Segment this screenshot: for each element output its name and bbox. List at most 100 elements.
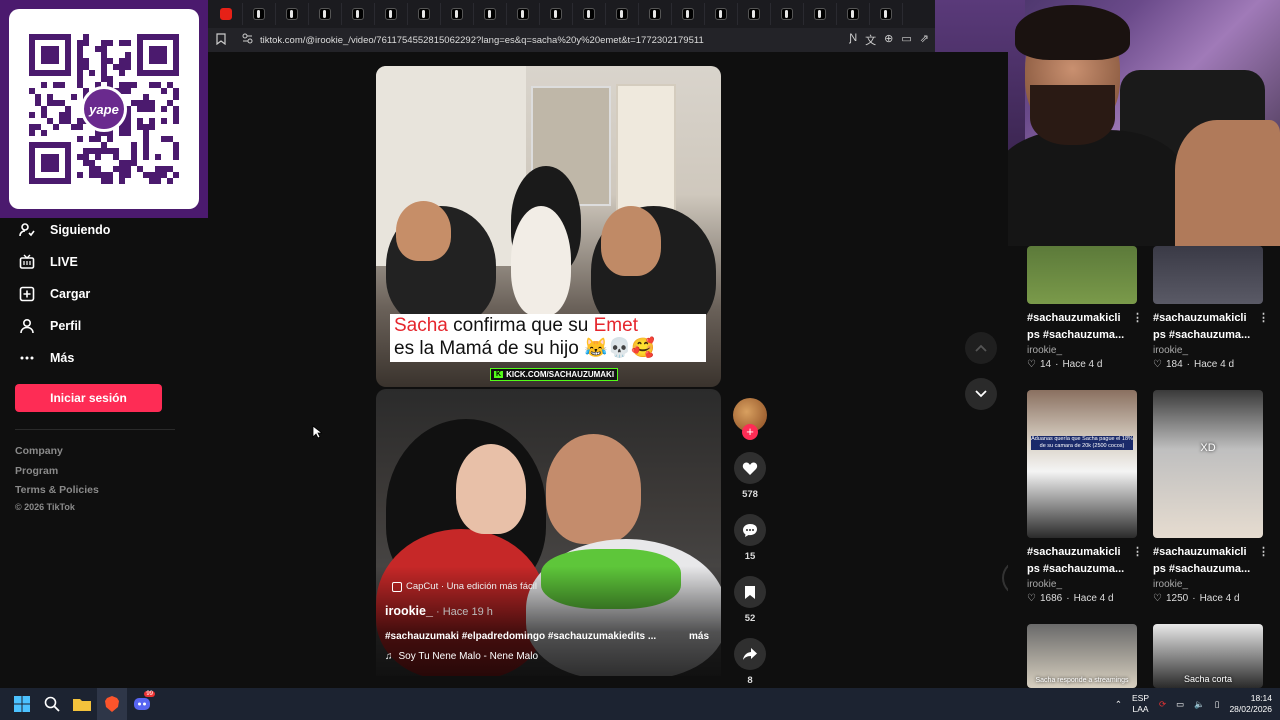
comment-action[interactable]: 15 <box>731 514 769 562</box>
kebab-menu-icon[interactable]: ⋮ <box>1132 544 1143 561</box>
heart-icon[interactable] <box>734 452 766 484</box>
browser-tab-tiktok[interactable] <box>441 3 474 25</box>
browser-tab-tiktok[interactable] <box>639 3 672 25</box>
browser-tab-tiktok[interactable] <box>705 3 738 25</box>
webcam-person-hair <box>1015 5 1130 60</box>
system-tray: ⌃ ESP LAA ⟳ ▭ 🔈 ▯ 18:14 28/02/2026 <box>1115 688 1272 720</box>
music-info[interactable]: ♫ Soy Tu Nene Malo - Nene Malo <box>385 651 538 662</box>
related-video-card[interactable]: Sacha responde a streamings <box>1027 624 1139 688</box>
sidebar-item-live[interactable]: LIVE <box>18 253 78 271</box>
footer-link-program[interactable]: Program <box>15 465 58 477</box>
browser-tab-tiktok[interactable] <box>276 3 309 25</box>
sync-icon[interactable]: ⟳ <box>1159 699 1166 710</box>
url-input[interactable]: tiktok.com/@irookie_/video/7611754552815… <box>260 35 849 46</box>
discord-icon[interactable]: 99 <box>127 688 157 720</box>
browser-tab-tiktok[interactable] <box>309 3 342 25</box>
video-player-current[interactable]: CapCut · Una edición más fácil irookie_ … <box>376 389 721 676</box>
browser-tab-tiktok[interactable] <box>738 3 771 25</box>
browser-tab-tiktok[interactable] <box>540 3 573 25</box>
clock[interactable]: 18:14 28/02/2026 <box>1229 693 1272 715</box>
footer-link-terms[interactable]: Terms & Policies <box>15 484 99 496</box>
kebab-menu-icon[interactable]: ⋮ <box>1132 310 1143 327</box>
bookmark-icon[interactable] <box>208 32 234 48</box>
browser-tab-tiktok[interactable] <box>606 3 639 25</box>
follow-plus-icon[interactable]: + <box>742 424 758 440</box>
browser-tab-tiktok[interactable] <box>804 3 837 25</box>
yape-logo: yape <box>81 86 127 132</box>
related-thumbnail[interactable] <box>1153 246 1263 304</box>
browser-tab-tiktok[interactable] <box>837 3 870 25</box>
related-video-card[interactable]: Aduanas quería que Sacha pague el 18% de… <box>1027 390 1143 604</box>
tiktok-favicon-icon <box>253 8 265 20</box>
video-player-previous[interactable]: Sacha confirma que su Emet es la Mamá de… <box>376 66 721 387</box>
browser-tab-tiktok[interactable] <box>771 3 804 25</box>
related-thumbnail[interactable]: Sacha corta <box>1153 624 1263 688</box>
bookmark-save-icon[interactable] <box>734 576 766 608</box>
capcut-icon <box>392 581 402 592</box>
comment-icon[interactable] <box>734 514 766 546</box>
browser-tab-tiktok[interactable] <box>342 3 375 25</box>
kebab-menu-icon[interactable]: ⋮ <box>1258 310 1269 327</box>
kebab-menu-icon[interactable]: ⋮ <box>1258 544 1269 561</box>
previous-video-button[interactable] <box>965 332 997 364</box>
media-icon[interactable]: ▭ <box>901 32 911 48</box>
related-title: #sachauzumakicli ps #sachauzuma... ⋮ <box>1027 546 1143 575</box>
browser-tab-tiktok[interactable] <box>672 3 705 25</box>
save-action[interactable]: 52 <box>731 576 769 624</box>
sidebar-item-siguiendo[interactable]: Siguiendo <box>18 221 110 239</box>
related-video-card[interactable]: XD #sachauzumakicli ps #sachauzuma... ⋮ ir… <box>1153 390 1269 604</box>
login-button[interactable]: Iniciar sesión <box>15 384 162 412</box>
browser-tab-tiktok[interactable] <box>243 3 276 25</box>
more-link[interactable]: más <box>689 631 709 642</box>
chevron-up-tray-icon[interactable]: ⌃ <box>1115 699 1122 710</box>
search-icon[interactable] <box>37 688 67 720</box>
browser-tab-youtube[interactable] <box>210 3 243 25</box>
upload-icon <box>18 285 36 303</box>
action-bar: + 578 15 52 8 <box>731 398 769 686</box>
translate-icon[interactable]: 文 <box>865 32 876 48</box>
like-action[interactable]: 578 <box>731 452 769 500</box>
sidebar-item-cargar[interactable]: Cargar <box>18 285 90 303</box>
copyright-text: © 2026 TikTok <box>15 502 75 512</box>
language-indicator[interactable]: ESP LAA <box>1132 693 1149 715</box>
sidebar-item-mas[interactable]: Más <box>18 349 74 367</box>
tiktok-favicon-icon <box>517 8 529 20</box>
next-video-button[interactable] <box>965 378 997 410</box>
file-explorer-icon[interactable] <box>67 688 97 720</box>
tiktok-favicon-icon <box>418 8 430 20</box>
footer-link-company[interactable]: Company <box>15 445 63 457</box>
related-thumbnail[interactable]: XD <box>1153 390 1263 538</box>
video-author[interactable]: irookie_ · Hace 19 h <box>385 604 493 618</box>
share-arrow-icon[interactable] <box>734 638 766 670</box>
sidebar-item-perfil[interactable]: Perfil <box>18 317 81 335</box>
author-avatar[interactable]: + <box>733 398 767 440</box>
related-video-card[interactable]: Sacha corta <box>1153 624 1265 688</box>
tiktok-favicon-icon <box>781 8 793 20</box>
browser-tab-tiktok[interactable] <box>408 3 441 25</box>
windows-start-icon[interactable] <box>7 688 37 720</box>
browser-tab-tiktok[interactable] <box>507 3 540 25</box>
browser-tab-tiktok[interactable] <box>474 3 507 25</box>
reader-mode-icon[interactable]: Ɲ <box>849 32 857 48</box>
volume-icon[interactable]: 🔈 <box>1194 699 1205 710</box>
related-thumbnail[interactable]: Aduanas quería que Sacha pague el 18% de… <box>1027 390 1137 538</box>
browser-tab-tiktok[interactable] <box>375 3 408 25</box>
battery-icon[interactable]: ▯ <box>1215 699 1220 710</box>
related-author: irookie_ <box>1153 345 1189 356</box>
related-video-card[interactable]: #sachauzumakicli ps #sachauzuma... ⋮ irook… <box>1027 246 1143 370</box>
share-action[interactable]: 8 <box>731 638 769 686</box>
tiktok-favicon-icon <box>616 8 628 20</box>
monitor-icon[interactable]: ▭ <box>1176 699 1184 710</box>
brave-browser-icon[interactable] <box>97 688 127 720</box>
zoom-icon[interactable]: ⊕ <box>884 32 893 48</box>
related-video-card[interactable]: #sachauzumakicli ps #sachauzuma... ⋮ irook… <box>1153 246 1269 370</box>
related-thumbnail[interactable]: Sacha responde a streamings <box>1027 624 1137 688</box>
sidebar-item-label: LIVE <box>50 255 78 269</box>
kick-label: KICK.COM/SACHAUZUMAKI <box>506 370 615 379</box>
capcut-badge[interactable]: CapCut · Una edición más fácil <box>392 581 537 592</box>
browser-tab-tiktok[interactable] <box>573 3 606 25</box>
site-settings-icon[interactable] <box>234 33 260 47</box>
browser-tab-tiktok[interactable] <box>870 3 903 25</box>
share-icon[interactable]: ⇗ <box>920 32 929 48</box>
related-thumbnail[interactable] <box>1027 246 1137 304</box>
